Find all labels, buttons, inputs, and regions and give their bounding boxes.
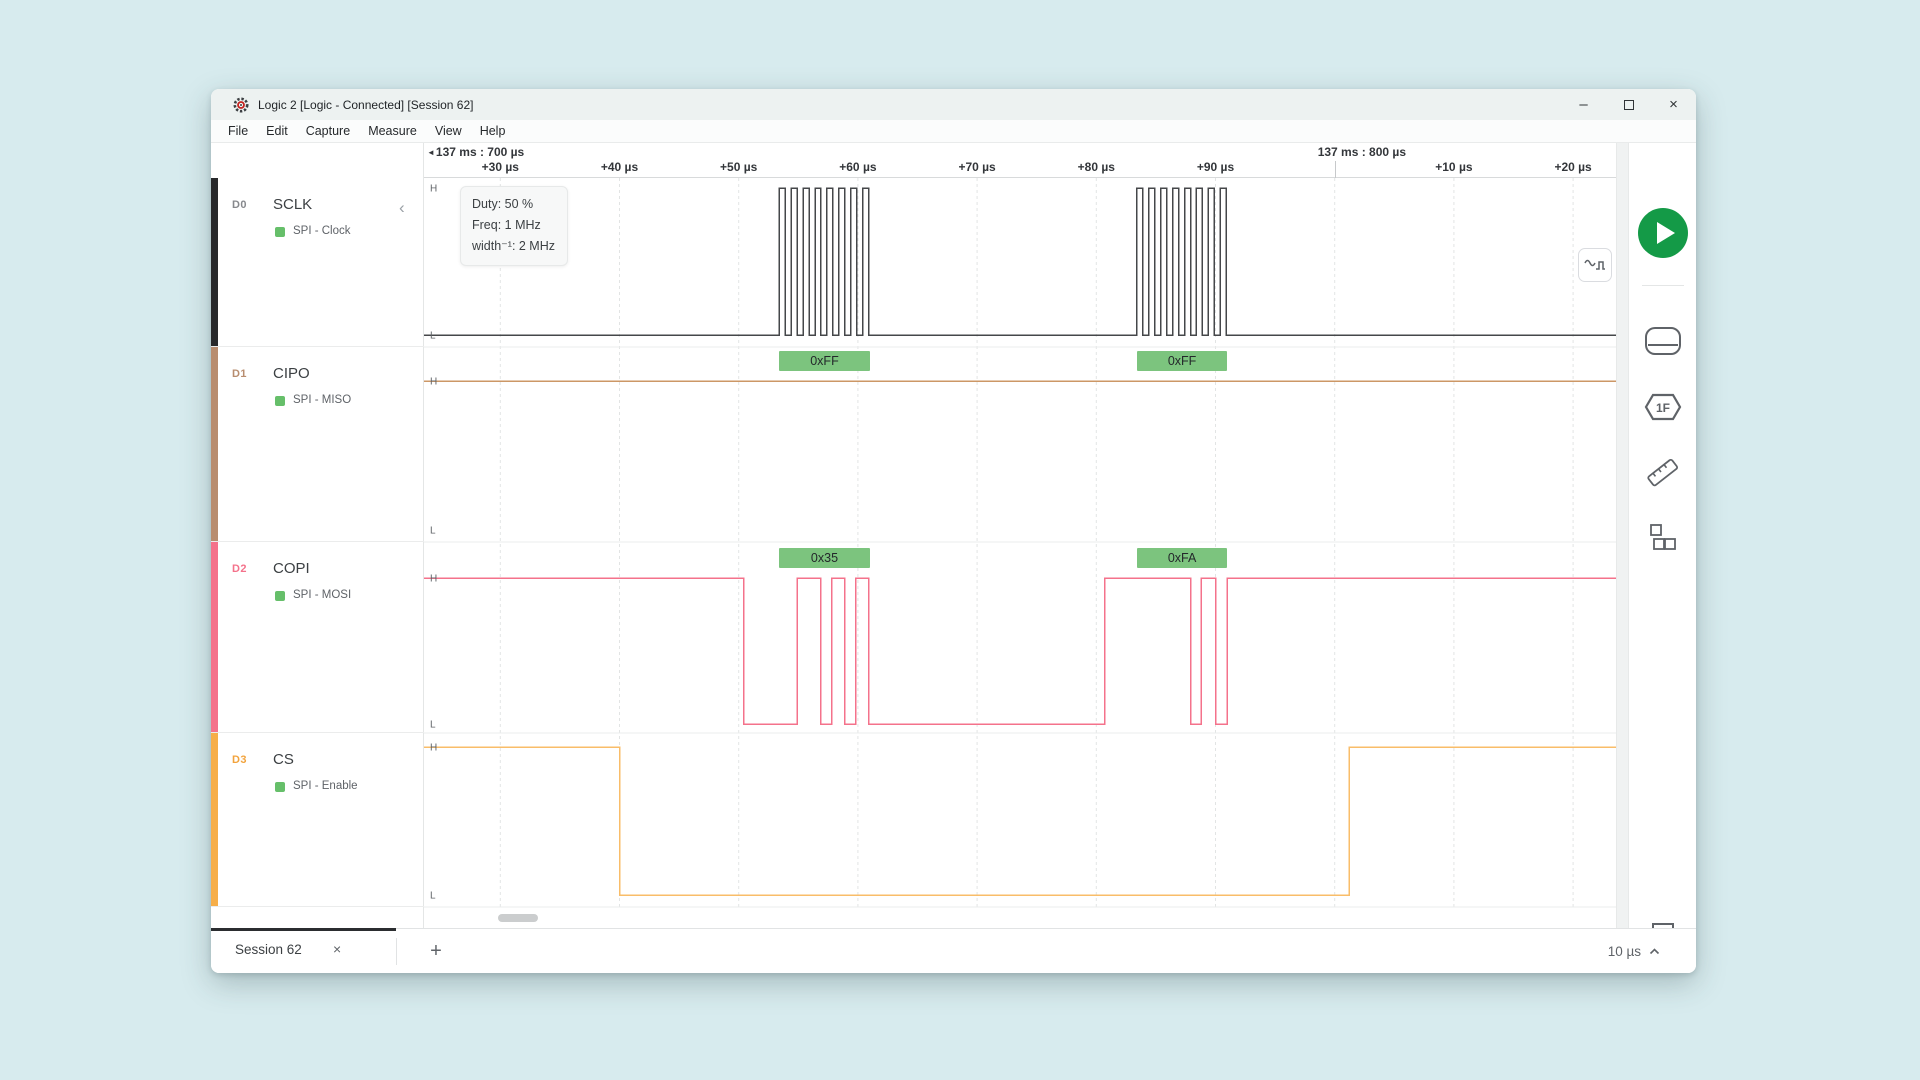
svg-text:1F: 1F	[1656, 401, 1670, 415]
ruler-icon	[1645, 455, 1681, 491]
active-tab-indicator	[211, 928, 396, 931]
chevron-up-icon	[1649, 948, 1660, 955]
channel-analyzer-label: SPI - MISO	[293, 394, 351, 406]
level-label-low: L	[430, 331, 436, 342]
analyzer-dot-icon	[275, 227, 285, 237]
waveform-sclk[interactable]	[424, 188, 1616, 335]
level-label-high: H	[430, 743, 437, 754]
level-label-high: H	[430, 377, 437, 388]
tooltip-duty: Duty: 50 %	[472, 194, 555, 215]
minimize-button[interactable]: –	[1561, 89, 1606, 120]
window-title: Logic 2 [Logic - Connected] [Session 62]	[258, 98, 473, 112]
menu-view[interactable]: View	[426, 120, 471, 142]
start-capture-button[interactable]	[1629, 207, 1696, 259]
channel-color-bar	[211, 542, 218, 732]
byte-annotation[interactable]: 0xFF	[1137, 351, 1228, 371]
waveform-copi[interactable]	[424, 578, 1616, 724]
level-label-high: H	[430, 574, 437, 585]
extensions-icon	[1648, 523, 1678, 553]
channel-id: D1	[232, 368, 247, 380]
tab-close-button[interactable]: ×	[333, 941, 341, 957]
vertical-scrollbar[interactable]	[1616, 143, 1628, 928]
tab-label: Session 62	[235, 942, 302, 957]
horizontal-scrollbar-thumb[interactable]	[498, 914, 538, 922]
channel-color-bar	[211, 733, 218, 906]
channel-panel: ‹ D0SCLKSPI - ClockD1CIPOSPI - MISOD2COP…	[211, 143, 424, 928]
device-settings-button[interactable]	[1629, 326, 1696, 356]
analyzer-dot-icon	[275, 782, 285, 792]
timescale-selector[interactable]: 10 µs	[1608, 929, 1660, 973]
sidebar-divider	[1642, 285, 1684, 286]
channel-color-bar	[211, 178, 218, 346]
channel-analyzer-label: SPI - Clock	[293, 225, 351, 237]
analyzers-button[interactable]: 1F	[1629, 391, 1696, 423]
level-label-low: L	[430, 526, 436, 537]
channel-name: CIPO	[273, 365, 310, 382]
extensions-button[interactable]	[1629, 523, 1696, 553]
analog-digital-toggle-button[interactable]	[1578, 248, 1612, 282]
measurement-tooltip: Duty: 50 % Freq: 1 MHz width⁻¹: 2 MHz	[460, 186, 568, 266]
channel-id: D0	[232, 199, 247, 211]
byte-annotation[interactable]: 0x35	[779, 548, 870, 568]
play-icon	[1637, 207, 1689, 259]
menu-measure[interactable]: Measure	[359, 120, 426, 142]
channel-name: CS	[273, 751, 294, 768]
analyzer-dot-icon	[275, 396, 285, 406]
analog-digital-icon	[1584, 257, 1606, 273]
level-label-low: L	[430, 720, 436, 731]
waveform-plot[interactable]: ◄137 ms : 700 µs137 ms : 800 µs+30 µs+40…	[424, 143, 1616, 928]
timescale-value: 10 µs	[1608, 944, 1641, 959]
session-tab-bar: Session 62 × + 10 µs	[211, 928, 1696, 973]
close-button[interactable]: ×	[1651, 89, 1696, 120]
analyzer-dot-icon	[275, 591, 285, 601]
level-label-low: L	[430, 891, 436, 902]
app-window: Logic 2 [Logic - Connected] [Session 62]…	[211, 89, 1696, 973]
app-logo-icon	[233, 97, 249, 113]
channel-row-cipo[interactable]: D1 CIPO SPI - MISO	[211, 347, 424, 542]
maximize-icon	[1624, 100, 1634, 110]
channel-color-bar	[211, 347, 218, 541]
measurements-button[interactable]	[1629, 455, 1696, 491]
menu-help[interactable]: Help	[471, 120, 515, 142]
waveform-canvas: H L H L H L H L	[424, 143, 1616, 928]
title-bar[interactable]: Logic 2 [Logic - Connected] [Session 62]…	[211, 89, 1696, 120]
channel-name: SCLK	[273, 196, 312, 213]
byte-annotation[interactable]: 0xFF	[779, 351, 870, 371]
menu-file[interactable]: File	[219, 120, 257, 142]
menu-bar: FileEditCaptureMeasureViewHelp	[211, 120, 1696, 143]
right-sidebar: 1F	[1628, 143, 1696, 928]
waveform-cs[interactable]	[424, 747, 1616, 895]
add-session-button[interactable]: +	[415, 929, 457, 973]
channel-id: D3	[232, 754, 247, 766]
channel-id: D2	[232, 563, 247, 575]
byte-annotation[interactable]: 0xFA	[1137, 548, 1228, 568]
channel-name: COPI	[273, 560, 310, 577]
menu-edit[interactable]: Edit	[257, 120, 297, 142]
device-icon	[1644, 326, 1682, 356]
menu-capture[interactable]: Capture	[297, 120, 359, 142]
tooltip-freq: Freq: 1 MHz	[472, 215, 555, 236]
analyzers-hexagon-icon: 1F	[1643, 391, 1683, 423]
channel-row-copi[interactable]: D2 COPI SPI - MOSI	[211, 542, 424, 733]
tab-session[interactable]: Session 62 ×	[211, 928, 396, 973]
channel-analyzer-label: SPI - Enable	[293, 780, 358, 792]
channel-row-sclk[interactable]: D0 SCLK SPI - Clock	[211, 178, 424, 347]
tab-divider	[396, 938, 397, 965]
channel-row-cs[interactable]: D3 CS SPI - Enable	[211, 733, 424, 907]
maximize-button[interactable]	[1606, 89, 1651, 120]
channel-analyzer-label: SPI - MOSI	[293, 589, 351, 601]
tooltip-width: width⁻¹: 2 MHz	[472, 236, 555, 257]
level-label-high: H	[430, 184, 437, 195]
